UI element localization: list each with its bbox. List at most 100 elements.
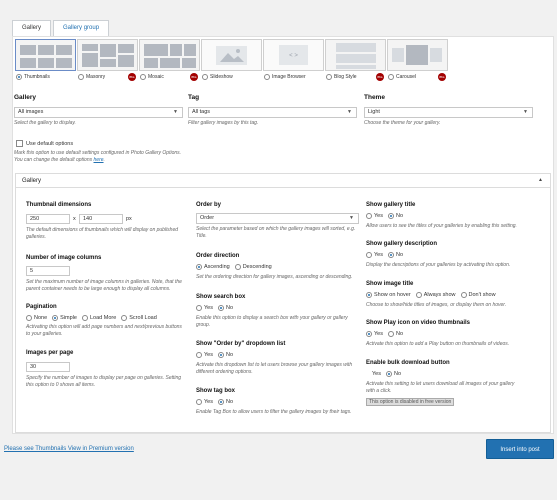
view-label: Carousel <box>396 73 417 80</box>
order-direction-options: Ascending Descending <box>196 264 277 270</box>
image-title-radio-show-on-hover[interactable] <box>366 292 372 298</box>
order-direction-radio-ascending[interactable] <box>196 264 202 270</box>
pro-badge: Pro <box>438 73 446 81</box>
pro-badge: Pro <box>190 73 198 81</box>
blog-style-view-icon <box>325 39 386 71</box>
gallery-title-heading: Show gallery title <box>366 202 416 208</box>
image-columns-input[interactable]: 5 <box>26 266 70 276</box>
gallery-description-radio-yes[interactable] <box>366 252 372 258</box>
view-option-mosaic[interactable]: Mosaic Pro <box>139 39 200 82</box>
play-icon-radio-yes[interactable] <box>366 331 372 337</box>
bulk-download-option-yes: Yes <box>372 371 381 377</box>
image-title-radio-always-show[interactable] <box>415 292 422 298</box>
image-title-radio-dont-show[interactable] <box>460 292 467 298</box>
bulk-download-options: Yes No <box>372 371 402 377</box>
gallery-settings-accordion: Gallery ▲ Thumbnail dimensions 250 x 140… <box>15 173 551 433</box>
gallery-title-radio-yes[interactable] <box>366 213 372 219</box>
view-radio[interactable] <box>16 73 22 80</box>
view-option-carousel[interactable]: Carousel Pro <box>387 39 448 82</box>
footer-bar: Please see Thumbnails View in Premium ve… <box>0 434 557 500</box>
use-default-options-label: Use default options <box>26 141 74 147</box>
view-radio[interactable] <box>140 73 146 80</box>
search-box-radio-no[interactable] <box>217 305 224 311</box>
play-icon-options: Yes No <box>366 331 408 337</box>
order-by-description: Select the parameter based on which the … <box>196 226 356 239</box>
disabled-in-free-note: This option is disabled in free version <box>366 398 455 406</box>
dimension-unit: px <box>126 216 132 222</box>
image-title-heading: Show image title <box>366 281 414 287</box>
tag-box-options: Yes No <box>196 399 238 405</box>
tag-box-heading: Show tag box <box>196 388 235 394</box>
accordion-header[interactable]: Gallery ▲ <box>16 174 550 188</box>
view-label: Slideshow <box>210 73 233 80</box>
gallery-description-options: Yes No <box>366 252 408 258</box>
image-browser-view-icon: < > <box>263 39 324 71</box>
order-by-select[interactable]: Order ▼ <box>196 213 359 224</box>
play-icon-radio-no[interactable] <box>387 331 394 337</box>
thumbnail-width-input[interactable]: 250 <box>26 214 70 224</box>
view-option-slideshow[interactable]: Slideshow <box>201 39 262 82</box>
chevron-down-icon: ▼ <box>349 215 354 221</box>
search-box-description: Enable this option to display a search b… <box>196 315 348 328</box>
order-direction-description: Set the ordering direction for gallery i… <box>196 274 353 280</box>
tab-gallery[interactable]: Gallery <box>12 20 52 36</box>
insert-into-post-button[interactable]: Insert into post <box>486 439 554 459</box>
images-per-page-heading: Images per page <box>26 350 74 356</box>
gallery-description-radio-no[interactable] <box>387 252 394 258</box>
pagination-description: Activating this option will add page num… <box>26 324 182 337</box>
tab-gallery-group[interactable]: Gallery group <box>53 20 110 36</box>
theme-description: Choose the theme for your gallery. <box>364 120 441 126</box>
image-columns-description: Set the maximum number of image columns … <box>26 279 182 292</box>
order-direction-radio-descending[interactable] <box>234 264 241 270</box>
pagination-radio-none[interactable] <box>26 315 32 321</box>
order-dropdown-heading: Show "Order by" dropdown list <box>196 341 286 347</box>
pagination-radio-scroll-load[interactable] <box>121 315 128 321</box>
theme-select[interactable]: Light ▼ <box>364 107 533 118</box>
bulk-download-description: Activate this setting to let users downl… <box>366 381 515 394</box>
search-box-heading: Show search box <box>196 294 246 300</box>
thumbnail-dimensions-heading: Thumbnail dimensions <box>26 202 92 208</box>
tag-box-radio-no[interactable] <box>217 399 224 405</box>
chevron-down-icon: ▼ <box>523 109 528 115</box>
svg-text:< >: < > <box>289 53 298 59</box>
view-radio[interactable] <box>78 73 84 80</box>
images-per-page-input[interactable]: 30 <box>26 362 70 372</box>
settings-panel: Thumbnails Masonry Pro Mosaic Pro Slides… <box>12 36 554 434</box>
order-dropdown-radio-yes[interactable] <box>196 352 202 358</box>
gallery-select[interactable]: All images ▼ <box>14 107 183 118</box>
view-option-masonry[interactable]: Masonry Pro <box>77 39 138 82</box>
use-default-options-checkbox[interactable] <box>16 140 23 147</box>
tag-select[interactable]: All tags ▼ <box>188 107 357 118</box>
chevron-down-icon: ▼ <box>173 109 178 115</box>
search-box-options: Yes No <box>196 305 238 311</box>
bulk-download-radio-no <box>385 371 392 377</box>
view-label: Image Browser <box>272 73 306 80</box>
dimension-separator: x <box>73 216 76 222</box>
order-dropdown-radio-no[interactable] <box>217 352 224 358</box>
order-dropdown-options: Yes No <box>196 352 238 358</box>
pagination-radio-load-more[interactable] <box>81 315 88 321</box>
view-radio[interactable] <box>326 73 332 80</box>
gallery-title-radio-no[interactable] <box>387 213 394 219</box>
default-options-link[interactable]: here <box>94 157 104 163</box>
tag-box-radio-yes[interactable] <box>196 399 202 405</box>
tag-box-description: Enable Tag Box to allow users to filter … <box>196 409 352 415</box>
accordion-title: Gallery <box>22 178 42 184</box>
view-radio[interactable] <box>202 73 208 80</box>
collapse-icon[interactable]: ▲ <box>538 177 543 183</box>
view-radio[interactable] <box>388 73 394 80</box>
view-option-blog-style[interactable]: Blog Style Pro <box>325 39 386 82</box>
premium-version-link[interactable]: Please see Thumbnails View in Premium ve… <box>4 446 134 452</box>
gallery-description-heading: Show gallery description <box>366 241 438 247</box>
default-options-description: Mark this option to use default settings… <box>14 150 182 163</box>
pagination-radio-simple[interactable] <box>52 315 59 321</box>
search-box-radio-yes[interactable] <box>196 305 202 311</box>
images-per-page-description: Specify the number of images to display … <box>26 375 182 388</box>
tag-heading: Tag <box>188 94 200 101</box>
play-icon-heading: Show Play icon on video thumbnails <box>366 320 471 326</box>
view-option-image-browser[interactable]: < > Image Browser <box>263 39 324 82</box>
gallery-title-description: Allow users to see the titles of your ga… <box>366 223 517 229</box>
view-radio[interactable] <box>264 73 270 80</box>
view-option-thumbnails[interactable]: Thumbnails <box>15 39 76 82</box>
thumbnail-height-input[interactable]: 140 <box>79 214 123 224</box>
